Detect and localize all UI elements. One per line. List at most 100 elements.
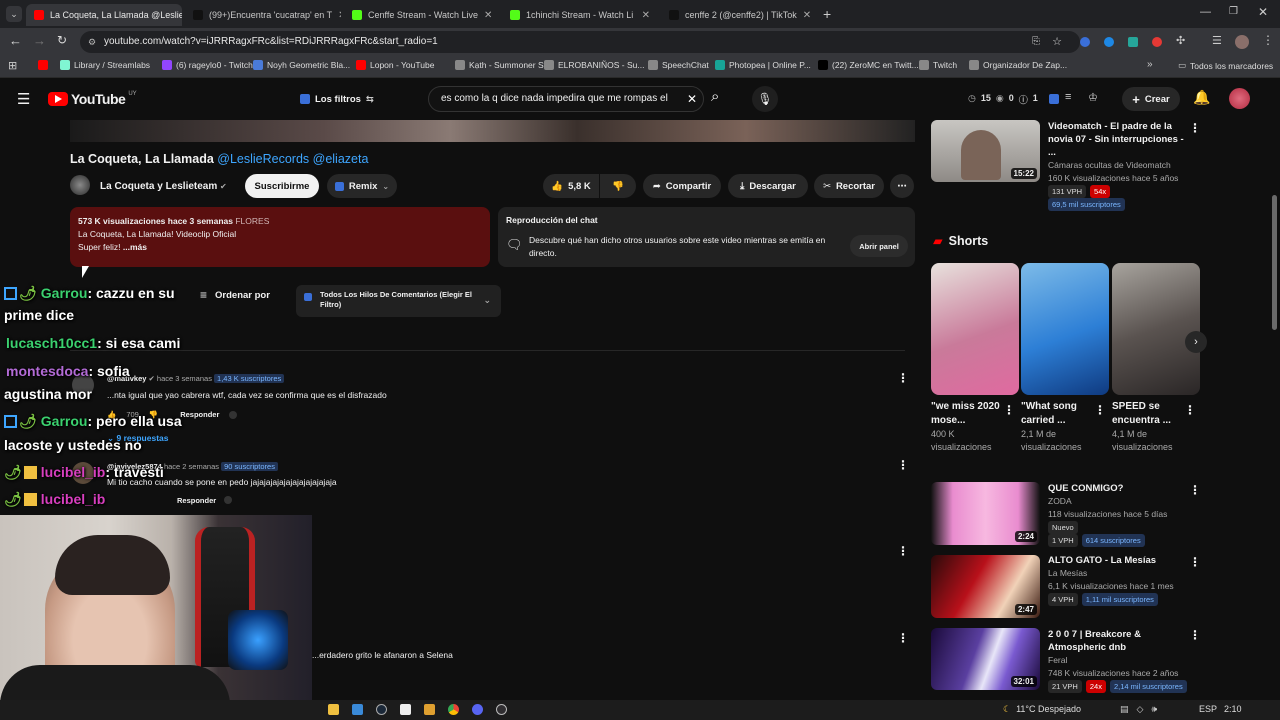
forward-icon[interactable]: →	[33, 33, 46, 48]
remix-button[interactable]: Remix ⌄	[327, 174, 397, 198]
filters-button[interactable]: Los filtros ⇆	[292, 87, 376, 111]
like-button[interactable]: 👍 5,8 K	[543, 174, 599, 198]
close-window-icon[interactable]: ✕	[1258, 5, 1268, 19]
related-video-title[interactable]: QUE CONMIGO?	[1048, 482, 1188, 495]
comment-menu-icon[interactable]: ⋮	[897, 371, 909, 385]
youtube-logo[interactable]: YouTube UY	[48, 91, 137, 107]
system-tray-icons[interactable]: ▤ ◇ 🕪	[1120, 704, 1157, 715]
comment-menu-icon[interactable]: ⋮	[897, 458, 909, 472]
back-icon[interactable]: ←	[9, 33, 22, 48]
new-tab-button[interactable]: +	[823, 6, 831, 22]
video-player-bottom[interactable]	[70, 120, 915, 142]
extension-toggle-icon[interactable]	[1049, 94, 1059, 104]
short-thumbnail[interactable]	[1021, 263, 1109, 395]
bookmark-item[interactable]: (22) ZeroMC en Twitt...	[818, 60, 919, 70]
apps-grid-icon[interactable]: ⊞	[8, 59, 17, 72]
chrome-taskbar-icon[interactable]	[448, 704, 459, 715]
comment-menu-icon[interactable]: ⋮	[897, 544, 909, 558]
create-button[interactable]: + Crear	[1122, 87, 1180, 111]
related-video-channel[interactable]: ZODA	[1048, 495, 1188, 508]
sort-comments-button[interactable]: ≡ Ordenar por	[200, 288, 270, 302]
browser-tab[interactable]: (99+)Encuentra 'cucatrap' en T ✕	[185, 4, 341, 26]
taskbar-icon[interactable]	[376, 704, 387, 715]
close-tab-icon[interactable]: ✕	[484, 10, 492, 21]
site-info-icon[interactable]: ⚙	[88, 31, 96, 53]
page-scrollbar[interactable]	[1272, 195, 1277, 330]
short-menu-icon[interactable]: ⋮	[1003, 403, 1015, 417]
short-title[interactable]: SPEED se encuentra ...	[1112, 400, 1184, 428]
related-video-channel[interactable]: Feral	[1048, 654, 1196, 667]
discord-taskbar-icon[interactable]	[472, 704, 483, 715]
close-tab-icon[interactable]: ✕	[338, 10, 341, 21]
weather-widget[interactable]: ☾ 11°C Despejado	[1003, 704, 1081, 715]
clock[interactable]: 2:10	[1224, 704, 1242, 714]
taskbar-icon[interactable]	[400, 704, 411, 715]
close-tab-icon[interactable]: ✕	[803, 10, 811, 21]
related-video-channel[interactable]: Cámaras ocultas de Videomatch	[1048, 159, 1188, 172]
channel-avatar[interactable]	[70, 175, 90, 195]
description-box[interactable]: 573 K visualizaciones hace 3 semanas FLO…	[70, 207, 490, 267]
bookmark-item[interactable]: (6) rageylo0 - Twitch	[162, 60, 253, 70]
related-video-menu-icon[interactable]: ⋮	[1189, 121, 1201, 135]
bookmark-item[interactable]: ELROBANIÑOS - Su...	[544, 60, 644, 70]
related-thumbnail[interactable]: 32:01	[931, 628, 1040, 690]
bookmark-item[interactable]: SpeechChat	[648, 60, 709, 70]
bookmark-item[interactable]: Noyh Geometric Bla...	[253, 60, 350, 70]
reply-button[interactable]: Responder	[177, 496, 216, 505]
channel-name[interactable]: La Coqueta y Leslieteam ✔	[100, 181, 227, 192]
sidepanel-icon[interactable]: ☰	[1212, 34, 1222, 47]
account-avatar[interactable]	[1229, 88, 1250, 109]
extension-icon-1[interactable]	[1080, 37, 1090, 47]
tab-search-button[interactable]: ⌄	[6, 6, 22, 22]
mic-icon[interactable]: 🎙	[752, 86, 778, 112]
reply-button[interactable]: Responder	[180, 410, 219, 419]
obs-taskbar-icon[interactable]	[496, 704, 507, 715]
related-video-menu-icon[interactable]: ⋮	[1189, 555, 1201, 569]
close-tab-icon[interactable]: ✕	[642, 10, 650, 21]
description-hashtag[interactable]: FLORES	[235, 216, 269, 226]
taskbar-icon[interactable]	[352, 704, 363, 715]
download-button[interactable]: ⤓ Descargar	[728, 174, 808, 198]
share-button[interactable]: ➦ Compartir	[643, 174, 721, 198]
extension-icon-3[interactable]	[1128, 37, 1138, 47]
bookmarks-overflow-icon[interactable]: »	[1147, 59, 1153, 70]
dislike-button[interactable]: 👎	[600, 174, 636, 198]
yt-stats-extension[interactable]: ◷ 15 ◉ 0 ⓘ 1	[968, 93, 1038, 106]
install-icon[interactable]: ⎘	[1032, 31, 1040, 53]
related-thumbnail[interactable]: 2:24	[931, 482, 1040, 545]
related-video-menu-icon[interactable]: ⋮	[1189, 483, 1201, 497]
hamburger-menu-icon[interactable]: ☰	[17, 90, 30, 108]
taskbar-icon[interactable]	[424, 704, 435, 715]
all-bookmarks[interactable]: ▭ Todos los marcadores	[1178, 60, 1273, 71]
taskbar-icon[interactable]	[328, 704, 339, 715]
related-video-title[interactable]: ALTO GATO - La Mesías	[1048, 554, 1188, 567]
related-thumbnail[interactable]: 2:47	[931, 555, 1040, 618]
trophy-icon[interactable]: ♔	[1088, 91, 1098, 104]
short-thumbnail[interactable]	[1112, 263, 1200, 395]
subscribe-button[interactable]: Suscribirme	[245, 174, 319, 198]
reload-icon[interactable]: ↻	[57, 33, 67, 47]
search-input[interactable]: es como la q dice nada impedira que me r…	[428, 86, 704, 112]
short-title[interactable]: "What song carried ...	[1021, 400, 1093, 428]
chrome-menu-icon[interactable]: ⋮	[1262, 33, 1274, 47]
extension-icon-2[interactable]	[1104, 37, 1114, 47]
comment-filter-dropdown[interactable]: Todos Los Hilos De Comentarios (Elegir E…	[296, 285, 501, 317]
clip-button[interactable]: ✂ Recortar	[814, 174, 884, 198]
related-thumbnail[interactable]: 15:22	[931, 120, 1040, 182]
browser-tab[interactable]: La Coqueta, La Llamada @Leslie✕	[26, 4, 182, 26]
more-actions-button[interactable]: ⋯	[890, 174, 914, 198]
short-thumbnail[interactable]	[931, 263, 1019, 395]
related-video-channel[interactable]: La Mesías	[1048, 567, 1188, 580]
comment-menu-icon[interactable]: ⋮	[897, 631, 909, 645]
bookmark-star-icon[interactable]: ☆	[1052, 31, 1062, 53]
keyboard-language[interactable]: ESP	[1199, 704, 1217, 714]
short-menu-icon[interactable]: ⋮	[1184, 403, 1196, 417]
browser-tab[interactable]: 1chinchi Stream - Watch Li ✕	[502, 4, 658, 26]
notifications-bell-icon[interactable]: 🔔	[1193, 89, 1210, 106]
related-video-menu-icon[interactable]: ⋮	[1189, 628, 1201, 642]
search-icon[interactable]: ⌕	[711, 88, 719, 105]
show-more-link[interactable]: ...más	[123, 242, 147, 252]
bookmark-item[interactable]: Lopon - YouTube	[356, 60, 434, 70]
bookmark-item[interactable]: Kạth - Summoner St...	[455, 60, 553, 70]
short-title[interactable]: "we miss 2020 mose...	[931, 400, 1003, 428]
